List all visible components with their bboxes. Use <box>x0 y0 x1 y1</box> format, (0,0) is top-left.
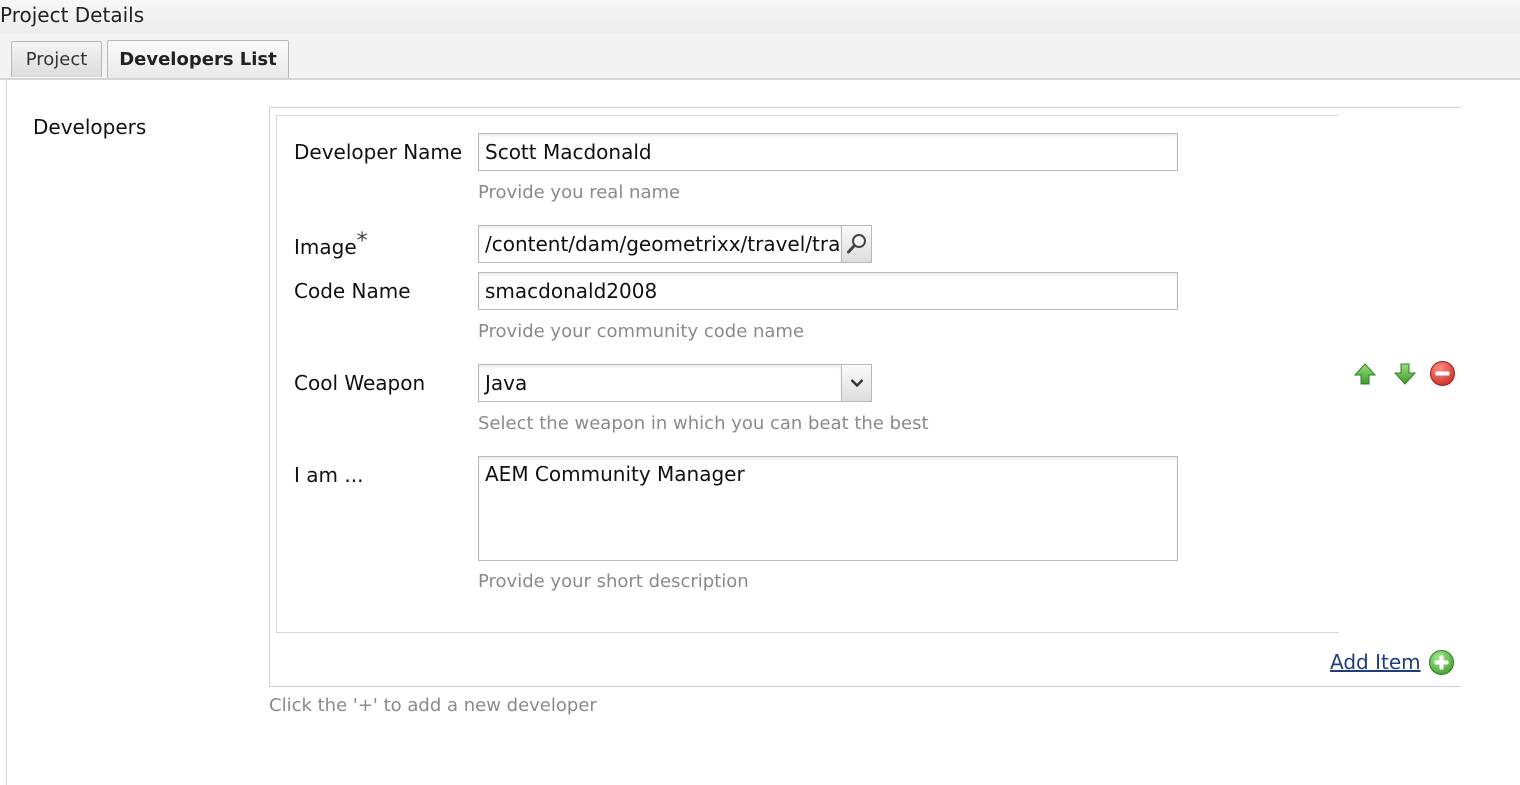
image-label: Image* <box>294 229 368 260</box>
code-name-hint: Provide your community code name <box>478 321 805 342</box>
developer-name-field[interactable]: Scott Macdonald <box>478 133 1178 171</box>
developers-section-label: Developers <box>33 115 147 139</box>
cool-weapon-hint: Select the weapon in which you can beat … <box>478 413 929 434</box>
tab-developers-list[interactable]: Developers List <box>107 40 289 78</box>
developer-name-hint: Provide you real name <box>478 182 681 203</box>
required-mark: * <box>356 229 368 254</box>
cool-weapon-select[interactable]: Java <box>478 364 842 402</box>
cool-weapon-label: Cool Weapon <box>294 371 426 395</box>
add-item-link[interactable]: Add Item <box>1330 650 1421 674</box>
footer-hint: Click the '+' to add a new developer <box>269 695 597 716</box>
cool-weapon-dropdown-button[interactable] <box>841 364 872 402</box>
add-icon[interactable] <box>1428 649 1455 676</box>
tab-strip: Project Developers List <box>0 34 1520 80</box>
move-down-icon[interactable] <box>1393 362 1417 386</box>
code-name-field[interactable]: smacdonald2008 <box>478 272 1178 310</box>
remove-icon[interactable] <box>1429 360 1456 387</box>
image-label-text: Image <box>294 235 357 259</box>
image-path-field[interactable]: /content/dam/geometrixx/travel/train_ <box>478 225 842 263</box>
code-name-label: Code Name <box>294 279 411 303</box>
i-am-hint: Provide your short description <box>478 571 749 592</box>
i-am-textarea[interactable]: AEM Community Manager <box>478 456 1178 561</box>
developer-name-label: Developer Name <box>294 140 463 164</box>
window-title: Project Details <box>0 3 145 27</box>
chevron-down-icon <box>850 379 863 388</box>
tab-project[interactable]: Project <box>11 41 102 77</box>
search-icon <box>846 234 866 254</box>
title-bar: Project Details <box>0 0 1520 35</box>
move-up-icon[interactable] <box>1353 362 1377 386</box>
i-am-label: I am ... <box>294 463 364 487</box>
image-browse-button[interactable] <box>841 225 872 263</box>
